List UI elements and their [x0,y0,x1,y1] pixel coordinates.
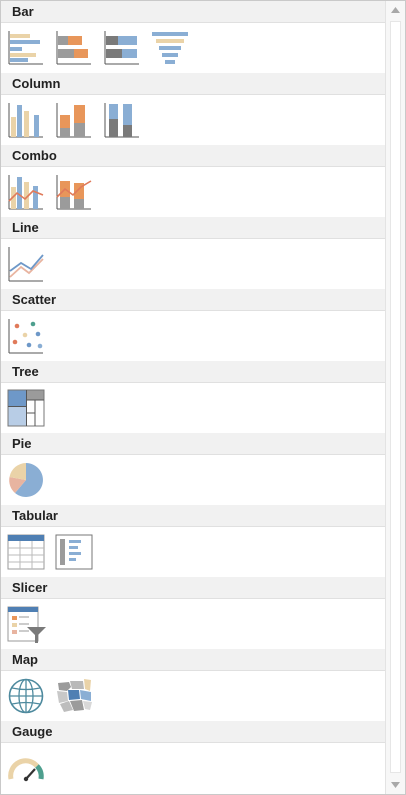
section-bar: Bar [1,1,385,73]
section-slicer: Slicer [1,577,385,649]
bar-100-stacked-icon[interactable] [55,29,93,67]
section-header-scatter: Scatter [1,289,385,311]
section-header-combo: Combo [1,145,385,167]
section-column: Column [1,73,385,145]
section-header-tabular: Tabular [1,505,385,527]
bar-stacked-gray-icon[interactable] [103,29,141,67]
scatter-chart-icon[interactable] [7,317,45,355]
section-header-slicer: Slicer [1,577,385,599]
combo-line-column-icon[interactable] [7,173,45,211]
section-header-gauge: Gauge [1,721,385,743]
scroll-up-arrow-icon[interactable] [386,1,405,19]
section-header-column: Column [1,73,385,95]
funnel-icon[interactable] [151,29,189,67]
section-pie: Pie [1,433,385,505]
bar-stacked-bar-icon[interactable] [7,29,45,67]
section-header-map: Map [1,649,385,671]
filled-map-icon[interactable] [55,677,93,715]
combo-stacked-line-icon[interactable] [55,173,93,211]
chart-type-picker-panel: Bar Column Combo Line Scatter Tree Pie T… [0,0,406,795]
column-stacked-icon[interactable] [55,101,93,139]
section-combo: Combo [1,145,385,217]
section-header-line: Line [1,217,385,239]
section-gauge: Gauge [1,721,385,793]
section-header-tree: Tree [1,361,385,383]
column-100-stacked-icon[interactable] [103,101,141,139]
section-tabular: Tabular [1,505,385,577]
pie-chart-icon[interactable] [7,461,45,499]
treemap-icon[interactable] [7,389,45,427]
column-clustered-icon[interactable] [7,101,45,139]
globe-map-icon[interactable] [7,677,45,715]
section-map: Map [1,649,385,721]
vertical-scrollbar[interactable] [385,1,405,794]
scrollbar-thumb[interactable] [390,21,401,773]
section-tree: Tree [1,361,385,433]
line-chart-icon[interactable] [7,245,45,283]
section-header-pie: Pie [1,433,385,455]
section-scatter: Scatter [1,289,385,361]
chart-type-list: Bar Column Combo Line Scatter Tree Pie T… [1,1,385,793]
gauge-icon[interactable] [7,749,45,787]
section-header-bar: Bar [1,1,385,23]
slicer-filter-icon[interactable] [7,605,46,643]
section-line: Line [1,217,385,289]
table-icon[interactable] [7,533,45,571]
card-list-icon[interactable] [55,533,93,571]
scroll-down-arrow-icon[interactable] [386,776,405,794]
